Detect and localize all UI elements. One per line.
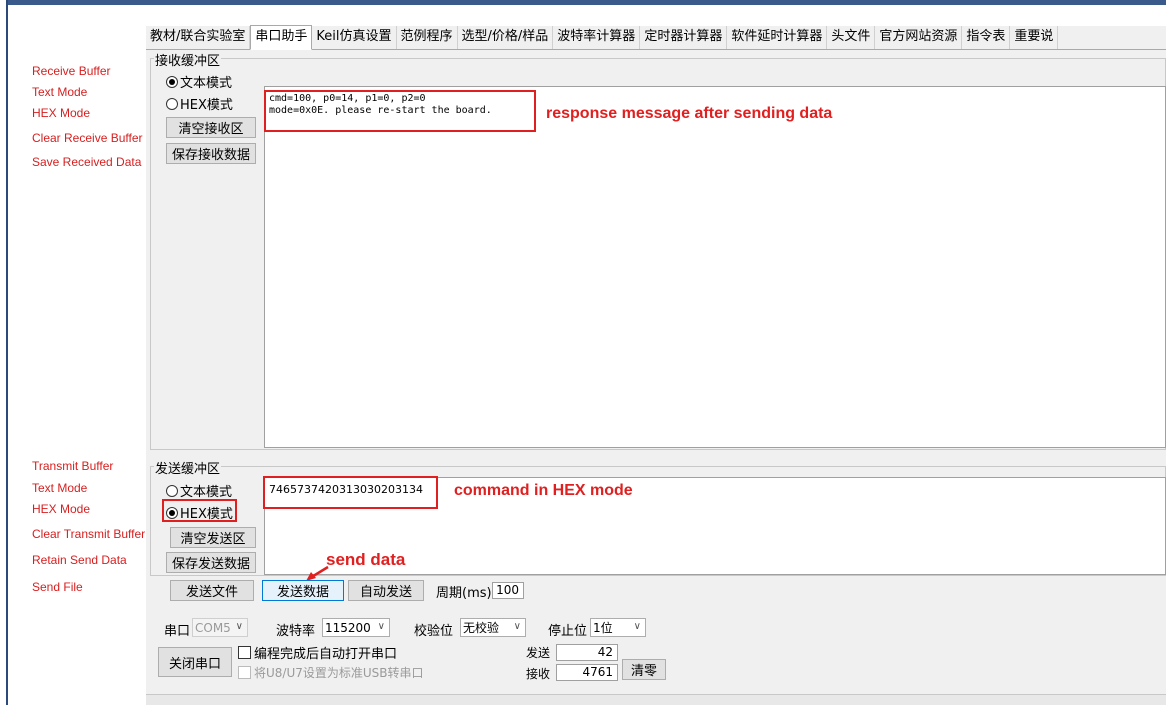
annotation-send-file: Send File	[32, 580, 83, 594]
tab-baud-calculator[interactable]: 波特率计算器	[553, 26, 641, 49]
annotation-transmit-buffer: Transmit Buffer	[32, 459, 114, 473]
receive-buffer-title: 接收缓冲区	[154, 50, 222, 69]
baud-label: 波特率	[276, 624, 316, 639]
radio-unselected-icon	[166, 484, 178, 497]
rx-hex-mode-radio[interactable]: HEX模式	[166, 94, 233, 113]
clear-transmit-button[interactable]: 清空发送区	[170, 527, 256, 548]
tab-instruction-table[interactable]: 指令表	[962, 26, 1011, 49]
command-note: command in HEX mode	[454, 482, 633, 499]
stop-bits-select[interactable]: 1位 ∨	[590, 618, 646, 637]
auto-open-label: 编程完成后自动打开串口	[254, 647, 398, 662]
tab-important-notes[interactable]: 重要说	[1010, 26, 1059, 49]
tab-delay-calculator[interactable]: 软件延时计算器	[727, 26, 828, 49]
checkbox-icon	[238, 646, 251, 659]
serial-assistant-panel: 接收缓冲区 文本模式 HEX模式 清空接收区 保存接收数据 cmd=100, p…	[146, 50, 1166, 694]
parity-label: 校验位	[414, 624, 454, 639]
window-left-border	[6, 0, 8, 705]
stop-bits-label: 停止位	[548, 624, 588, 639]
send-count-field: 42	[556, 644, 618, 661]
radio-unselected-icon	[166, 97, 178, 110]
window-bottom-edge	[146, 694, 1166, 705]
usb-serial-checkbox[interactable]: 将U8/U7设置为标准USB转串口	[238, 664, 424, 681]
period-input[interactable]: 100	[492, 582, 524, 599]
response-note: response message after sending data	[546, 105, 833, 122]
annotation-tx-text-mode: Text Mode	[32, 481, 88, 495]
chevron-down-icon: ∨	[633, 621, 641, 632]
tab-example-programs[interactable]: 范例程序	[397, 26, 458, 49]
chevron-down-icon: ∨	[235, 621, 243, 632]
response-highlight-box	[264, 90, 536, 132]
port-label: 串口	[164, 624, 191, 639]
rx-hex-mode-label: HEX模式	[180, 98, 233, 113]
annotation-clear-receive-buffer: Clear Receive Buffer	[32, 131, 143, 145]
tab-official-resources[interactable]: 官方网站资源	[875, 26, 963, 49]
auto-send-button[interactable]: 自动发送	[348, 580, 424, 601]
usb-serial-label: 将U8/U7设置为标准USB转串口	[254, 666, 424, 680]
baud-value: 115200	[325, 620, 371, 635]
tx-text-mode-radio[interactable]: 文本模式	[166, 481, 232, 500]
baud-select[interactable]: 115200 ∨	[322, 618, 390, 637]
annotation-rx-hex-mode: HEX Mode	[32, 106, 91, 120]
annotation-rx-text-mode: Text Mode	[32, 85, 88, 99]
send-file-button[interactable]: 发送文件	[170, 580, 254, 601]
command-highlight-box	[263, 476, 438, 509]
clear-counts-button[interactable]: 清零	[622, 659, 666, 680]
retain-send-button[interactable]: 保存发送数据	[166, 552, 256, 573]
save-received-button[interactable]: 保存接收数据	[166, 143, 256, 164]
checkbox-icon	[238, 666, 251, 679]
annotation-clear-transmit-buffer: Clear Transmit Buffer	[32, 527, 146, 541]
hex-mode-highlight-box	[162, 499, 237, 522]
main-tab-bar: 教材/联合实验室 串口助手 Keil仿真设置 范例程序 选型/价格/样品 波特率…	[146, 25, 1166, 50]
period-label: 周期(ms)	[436, 586, 492, 601]
receive-textarea[interactable]: cmd=100, p0=14, p1=0, p2=0 mode=0x0E. pl…	[264, 86, 1166, 448]
tab-header-files[interactable]: 头文件	[827, 26, 876, 49]
tab-timer-calculator[interactable]: 定时器计算器	[640, 26, 728, 49]
tab-textbook-lab[interactable]: 教材/联合实验室	[146, 26, 251, 49]
chevron-down-icon: ∨	[513, 621, 521, 632]
parity-value: 无校验	[463, 621, 500, 635]
annotation-receive-buffer: Receive Buffer	[32, 64, 111, 78]
tab-serial-assistant[interactable]: 串口助手	[250, 25, 313, 50]
rx-text-mode-label: 文本模式	[180, 76, 233, 91]
chevron-down-icon: ∨	[377, 621, 385, 632]
parity-select[interactable]: 无校验 ∨	[460, 618, 526, 637]
send-note: send data	[326, 550, 406, 569]
port-value: COM5	[195, 620, 231, 635]
send-count-label: 发送	[526, 646, 551, 660]
window-top-border	[6, 0, 1166, 5]
close-port-button[interactable]: 关闭串口	[158, 647, 232, 677]
annotation-save-received-data: Save Received Data	[32, 155, 142, 169]
tx-text-mode-label: 文本模式	[180, 485, 233, 500]
tab-selection-price[interactable]: 选型/价格/样品	[458, 26, 554, 49]
tab-keil-simulation[interactable]: Keil仿真设置	[312, 26, 397, 49]
annotation-tx-hex-mode: HEX Mode	[32, 502, 91, 516]
transmit-buffer-title: 发送缓冲区	[154, 458, 222, 477]
annotation-retain-send-data: Retain Send Data	[32, 553, 127, 567]
send-data-button[interactable]: 发送数据	[262, 580, 344, 601]
port-select[interactable]: COM5 ∨	[192, 618, 248, 637]
radio-selected-icon	[166, 75, 178, 88]
auto-open-checkbox[interactable]: 编程完成后自动打开串口	[238, 643, 397, 662]
clear-receive-button[interactable]: 清空接收区	[166, 117, 256, 138]
rx-text-mode-radio[interactable]: 文本模式	[166, 72, 232, 91]
recv-count-label: 接收	[526, 667, 551, 681]
recv-count-field: 4761	[556, 664, 618, 681]
stop-bits-value: 1位	[593, 621, 613, 635]
